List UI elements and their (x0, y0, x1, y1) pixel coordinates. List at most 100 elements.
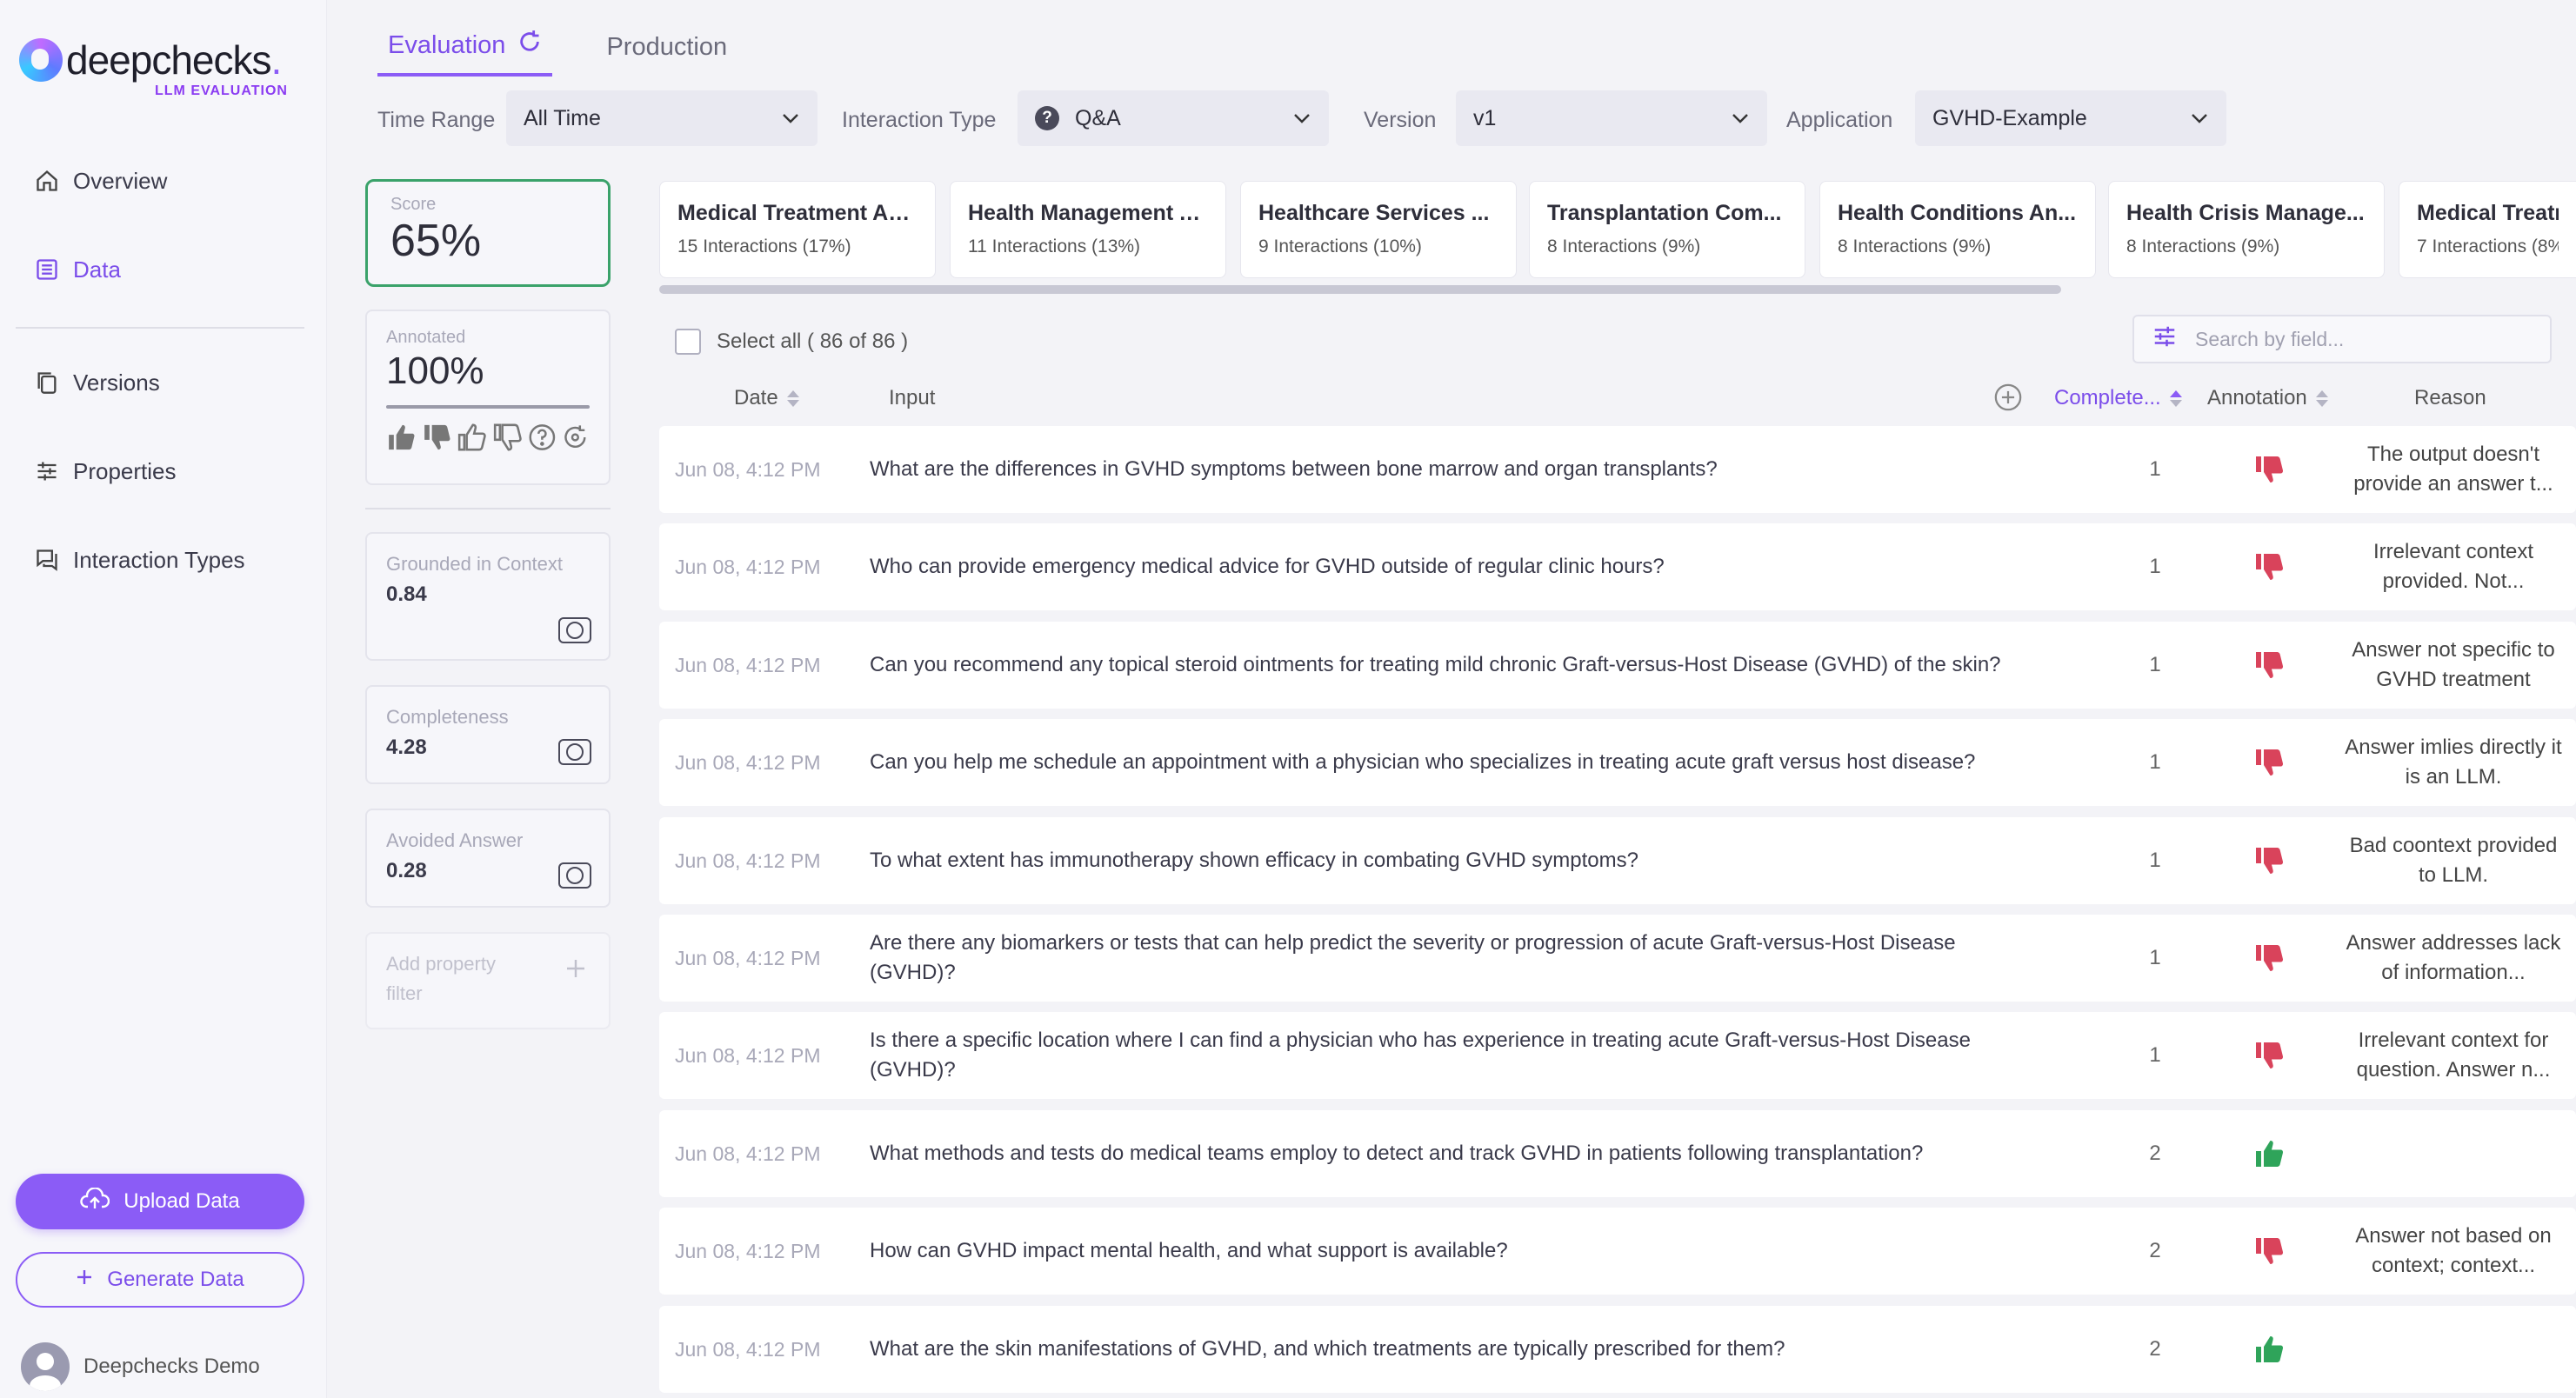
upload-data-button[interactable]: Upload Data (16, 1174, 304, 1229)
category-count: 15 Interactions (17%) (677, 236, 851, 256)
refresh-icon[interactable] (517, 30, 542, 61)
nav-item-properties[interactable]: Properties (33, 457, 177, 485)
row-completeness: 1 (2149, 555, 2161, 578)
tab-evaluation[interactable]: Evaluation (377, 26, 553, 77)
thumbs-up-outline-icon[interactable] (457, 423, 487, 452)
logo[interactable]: deepchecks . (19, 37, 282, 83)
thumbs-down-outline-icon[interactable] (492, 423, 523, 452)
question-circle-icon[interactable] (528, 423, 557, 452)
category-card[interactable]: Medical Treatment Ap... 15 Interactions … (659, 181, 936, 278)
row-completeness: 1 (2149, 750, 2161, 774)
sidebar: deepchecks . LLM EVALUATION Overview Dat… (0, 0, 327, 1398)
row-annotation[interactable] (2252, 915, 2286, 1002)
category-card[interactable]: Health Crisis Manage... 8 Interactions (… (2108, 181, 2385, 278)
user-profile[interactable]: Deepchecks Demo (21, 1342, 260, 1391)
thumbs-down-icon[interactable] (2252, 1040, 2286, 1071)
category-card[interactable]: Healthcare Services ... 9 Interactions (… (1240, 181, 1517, 278)
table-row[interactable]: Jun 08, 4:12 PM How can GVHD impact menta… (659, 1208, 2576, 1295)
column-header-annotation[interactable]: Annotation (2207, 386, 2328, 410)
select-all-checkbox[interactable] (675, 329, 701, 355)
thumbs-down-filled-icon[interactable] (422, 423, 452, 452)
thumbs-down-icon[interactable] (2252, 1235, 2286, 1267)
annotated-progress-bar (386, 405, 590, 409)
table-row[interactable]: Jun 08, 4:12 PM Are there any biomarkers … (659, 915, 2576, 1002)
annotated-card[interactable]: Annotated 100% (365, 310, 611, 485)
row-annotation[interactable] (2252, 1306, 2286, 1393)
nav-item-data[interactable]: Data (33, 256, 121, 283)
row-annotation[interactable] (2252, 622, 2286, 709)
table-row[interactable]: Jun 08, 4:12 PM Is there a specific locat… (659, 1012, 2576, 1099)
time-range-select[interactable]: All Time (506, 90, 818, 146)
thumbs-up-filled-icon[interactable] (386, 423, 417, 452)
row-annotation[interactable] (2252, 817, 2286, 904)
category-card[interactable]: Medical Treatm 7 Interactions (8% (2399, 181, 2576, 278)
category-card[interactable]: Health Management A... 11 Interactions (… (950, 181, 1226, 278)
thumbs-down-icon[interactable] (2252, 454, 2286, 485)
completeness-card[interactable]: Completeness 4.28 (365, 685, 611, 784)
table-row[interactable]: Jun 08, 4:12 PM What are the skin manifes… (659, 1306, 2576, 1393)
row-completeness: 2 (2149, 1337, 2161, 1361)
upload-data-label: Upload Data (123, 1189, 240, 1213)
generate-data-button[interactable]: Generate Data (16, 1252, 304, 1308)
row-date: Jun 08, 4:12 PM (675, 849, 821, 872)
grounded-value: 0.84 (386, 582, 427, 606)
application-select[interactable]: GVHD-Example (1915, 90, 2226, 146)
add-property-filter[interactable]: Add property filter (365, 932, 611, 1029)
thumbs-down-icon[interactable] (2252, 942, 2286, 974)
row-annotation[interactable] (2252, 719, 2286, 806)
row-annotation[interactable] (2252, 523, 2286, 610)
column-header-completeness[interactable]: Complete... (2054, 386, 2182, 410)
row-reason: Answer not specific to GVHD treatment (2352, 638, 2555, 691)
category-card[interactable]: Transplantation Com... 8 Interactions (9… (1529, 181, 1805, 278)
thumbs-down-icon[interactable] (2252, 845, 2286, 876)
thumbs-up-icon[interactable] (2252, 1334, 2286, 1365)
nav-item-interaction-types[interactable]: Interaction Types (33, 546, 245, 574)
thumbs-up-icon[interactable] (2252, 1138, 2286, 1169)
row-annotation[interactable] (2252, 1208, 2286, 1295)
row-annotation[interactable] (2252, 1110, 2286, 1197)
row-reason (2339, 1110, 2567, 1197)
row-completeness: 1 (2149, 653, 2161, 676)
row-completeness: 1 (2149, 849, 2161, 872)
sort-icon[interactable] (2315, 389, 2328, 407)
home-icon (33, 167, 61, 195)
score-card[interactable]: Score 65% (365, 179, 611, 287)
interaction-type-select[interactable]: ? Q&A (1018, 90, 1329, 146)
avoided-answer-card[interactable]: Avoided Answer 0.28 (365, 809, 611, 908)
row-reason: Answer not based on context; context... (2355, 1224, 2552, 1277)
chevron-down-icon (1732, 114, 1748, 123)
thumbs-down-icon[interactable] (2252, 747, 2286, 778)
tab-production[interactable]: Production (596, 26, 737, 77)
sort-icon[interactable] (2169, 389, 2182, 407)
category-card[interactable]: Health Conditions An... 8 Interactions (… (1819, 181, 2096, 278)
row-annotation[interactable] (2252, 426, 2286, 513)
add-property-filter-label: Add property filter (386, 953, 496, 1004)
nav-item-versions[interactable]: Versions (33, 369, 160, 396)
nav-label: Versions (73, 369, 160, 396)
column-header-date[interactable]: Date (734, 386, 799, 410)
select-all[interactable]: Select all ( 86 of 86 ) (675, 329, 908, 355)
thumbs-down-icon[interactable] (2252, 649, 2286, 681)
table-row[interactable]: Jun 08, 4:12 PM What methods and tests do… (659, 1110, 2576, 1197)
sort-icon[interactable] (786, 389, 799, 407)
row-annotation[interactable] (2252, 1012, 2286, 1099)
nav-item-overview[interactable]: Overview (33, 167, 167, 195)
table-row[interactable]: Jun 08, 4:12 PM Who can provide emergency… (659, 523, 2576, 610)
table-row[interactable]: Jun 08, 4:12 PM To what extent has immuno… (659, 817, 2576, 904)
estimated-annotation-icon[interactable] (561, 423, 590, 452)
table-row[interactable]: Jun 08, 4:12 PM Can you help me schedule … (659, 719, 2576, 806)
row-date: Jun 08, 4:12 PM (675, 653, 821, 676)
mode-tabs: Evaluation Production (377, 26, 781, 77)
column-label: Input (889, 386, 936, 409)
version-select[interactable]: v1 (1456, 90, 1767, 146)
add-column-button[interactable] (1993, 383, 2023, 412)
annotated-value: 100% (386, 350, 484, 392)
search-input[interactable]: Search by field... (2132, 315, 2552, 363)
grounded-card[interactable]: Grounded in Context 0.84 (365, 532, 611, 661)
thumbs-down-icon[interactable] (2252, 551, 2286, 582)
row-date: Jun 08, 4:12 PM (675, 750, 821, 774)
table-row[interactable]: Jun 08, 4:12 PM Can you recommend any top… (659, 622, 2576, 709)
category-scrollbar[interactable] (659, 285, 2061, 294)
table-row[interactable]: Jun 08, 4:12 PM What are the differences … (659, 426, 2576, 513)
row-reason: Bad coontext provided to LLM. (2349, 834, 2558, 887)
